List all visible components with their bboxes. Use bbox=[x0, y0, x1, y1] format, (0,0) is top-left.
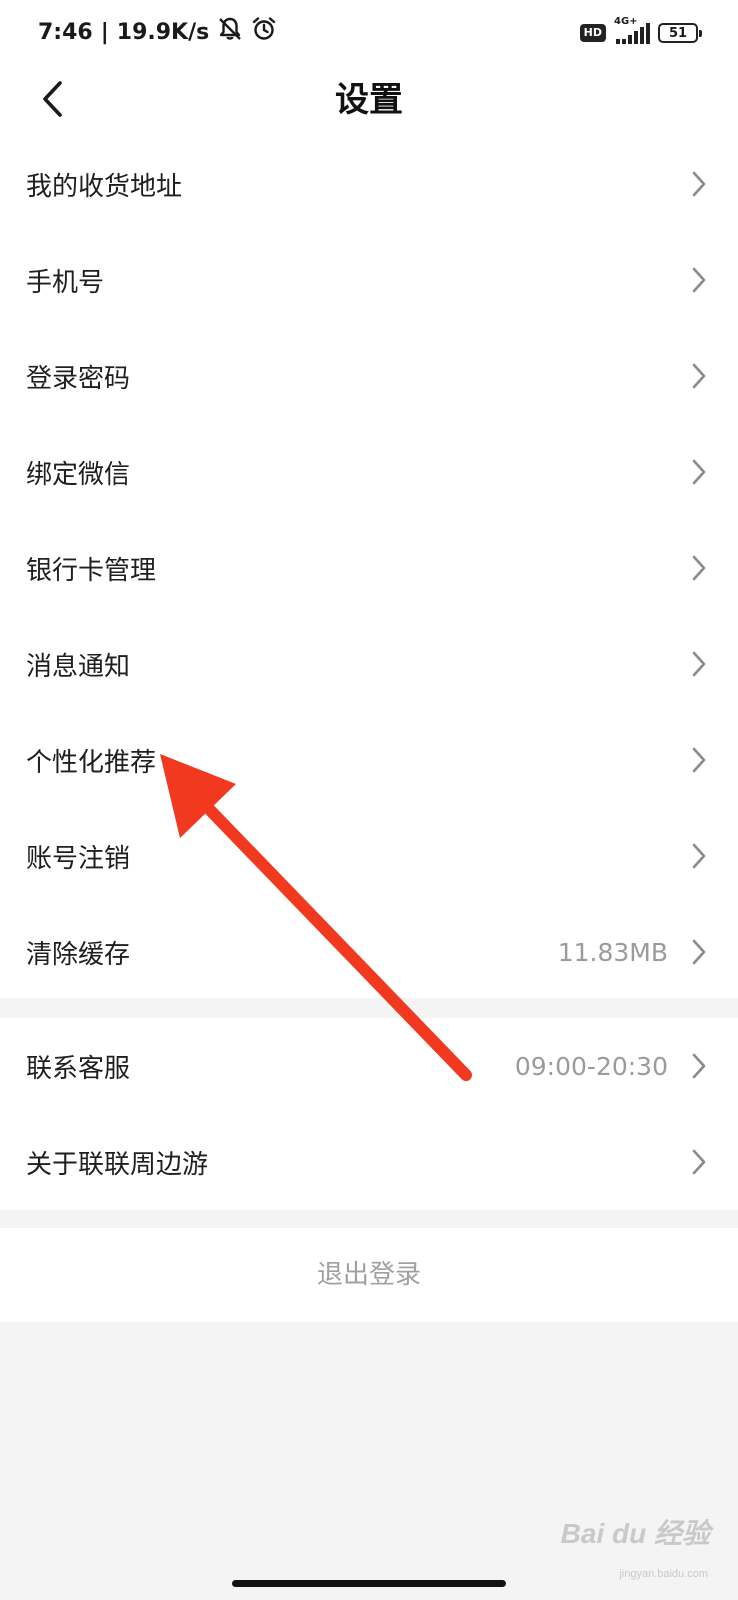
settings-section-support: 联系客服 09:00-20:30 关于联联周边游 bbox=[0, 1018, 738, 1210]
row-label: 登录密码 bbox=[26, 363, 131, 394]
status-time: 7:46 bbox=[38, 19, 93, 45]
chevron-right-icon bbox=[692, 555, 706, 581]
row-label: 个性化推荐 bbox=[26, 747, 157, 778]
row-label: 消息通知 bbox=[26, 651, 131, 682]
chevron-right-icon bbox=[692, 1149, 706, 1175]
signal-icon: 4G+ bbox=[614, 16, 650, 44]
watermark-text: Bai du 经验 bbox=[560, 1518, 710, 1549]
chevron-right-icon bbox=[692, 843, 706, 869]
row-label: 联系客服 bbox=[26, 1053, 131, 1084]
row-notifications[interactable]: 消息通知 bbox=[0, 616, 738, 712]
battery-level: 51 bbox=[668, 25, 688, 41]
status-bar: 7:46 | 19.9K/s HD 4G+ 51 bbox=[0, 0, 738, 64]
chevron-right-icon bbox=[692, 651, 706, 677]
chevron-left-icon bbox=[43, 81, 62, 117]
chevron-right-icon bbox=[692, 459, 706, 485]
logout-button[interactable]: 退出登录 bbox=[0, 1228, 738, 1322]
status-separator: | bbox=[100, 19, 109, 45]
network-type-label: 4G+ bbox=[614, 16, 638, 27]
row-shipping-address[interactable]: 我的收货地址 bbox=[0, 136, 738, 232]
row-label: 绑定微信 bbox=[26, 459, 131, 490]
network-speed: 19.9K/s bbox=[116, 19, 210, 45]
row-phone-number[interactable]: 手机号 bbox=[0, 232, 738, 328]
chevron-right-icon bbox=[692, 939, 706, 965]
chevron-right-icon bbox=[692, 267, 706, 293]
settings-screen: 7:46 | 19.9K/s HD 4G+ 51 设置 我的收货地址 手机号 登… bbox=[0, 0, 738, 1600]
chevron-right-icon bbox=[692, 171, 706, 197]
back-button[interactable] bbox=[28, 72, 78, 126]
row-clear-cache[interactable]: 清除缓存 11.83MB bbox=[0, 904, 738, 1000]
status-right: HD 4G+ 51 bbox=[579, 16, 702, 50]
watermark-url: jingyan.baidu.com bbox=[619, 1568, 708, 1580]
row-label: 关于联联周边游 bbox=[26, 1149, 209, 1180]
row-label: 我的收货地址 bbox=[26, 171, 183, 202]
home-indicator[interactable] bbox=[232, 1580, 506, 1587]
chevron-right-icon bbox=[692, 747, 706, 773]
row-label: 银行卡管理 bbox=[26, 555, 157, 586]
logout-section: 退出登录 bbox=[0, 1228, 738, 1322]
row-account-cancellation[interactable]: 账号注销 bbox=[0, 808, 738, 904]
row-personalized-recommendation[interactable]: 个性化推荐 bbox=[0, 712, 738, 808]
settings-section-account: 我的收货地址 手机号 登录密码 绑定微信 银行卡管理 消息通知 个性化推荐 账号… bbox=[0, 136, 738, 998]
service-hours-value: 09:00-20:30 bbox=[514, 1051, 668, 1081]
chevron-right-icon bbox=[692, 363, 706, 389]
alarm-icon bbox=[251, 16, 277, 48]
hd-badge: HD bbox=[579, 24, 606, 42]
header: 设置 bbox=[0, 64, 738, 136]
row-bind-wechat[interactable]: 绑定微信 bbox=[0, 424, 738, 520]
row-label: 手机号 bbox=[26, 267, 105, 298]
row-bank-card[interactable]: 银行卡管理 bbox=[0, 520, 738, 616]
chevron-right-icon bbox=[692, 1053, 706, 1079]
row-about-app[interactable]: 关于联联周边游 bbox=[0, 1114, 738, 1210]
row-label: 清除缓存 bbox=[26, 939, 131, 970]
row-login-password[interactable]: 登录密码 bbox=[0, 328, 738, 424]
status-left: 7:46 | 19.9K/s bbox=[38, 14, 277, 50]
row-label: 账号注销 bbox=[26, 843, 131, 874]
battery-icon: 51 bbox=[658, 23, 702, 43]
page-title: 设置 bbox=[335, 80, 403, 120]
cache-size-value: 11.83MB bbox=[557, 937, 668, 967]
row-contact-support[interactable]: 联系客服 09:00-20:30 bbox=[0, 1018, 738, 1114]
bell-muted-icon bbox=[217, 16, 243, 48]
baidu-watermark: Bai du 经验 bbox=[561, 1512, 710, 1552]
